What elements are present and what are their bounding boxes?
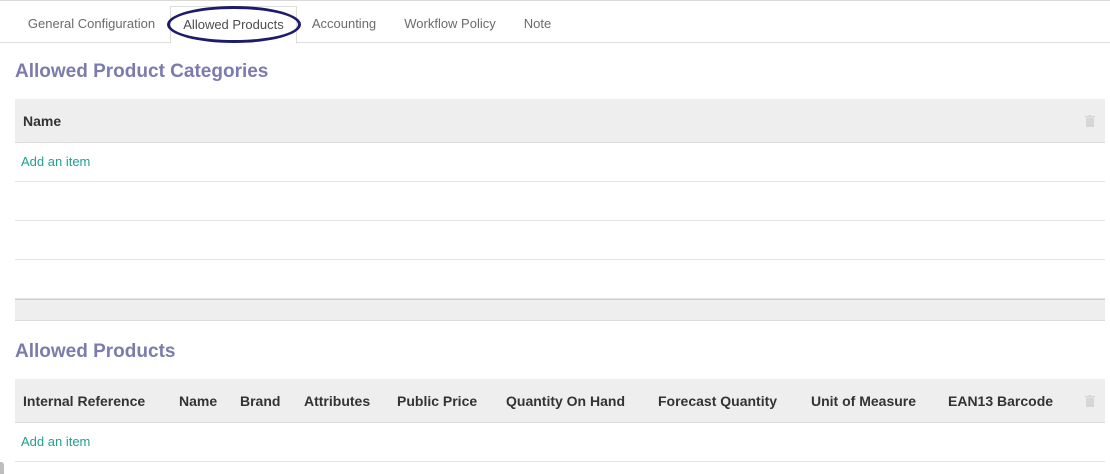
trash-icon (1085, 115, 1095, 127)
tab-allowed-products[interactable]: Allowed Products (170, 6, 297, 44)
tab-note[interactable]: Note (510, 6, 565, 43)
column-header-brand[interactable]: Brand (240, 379, 280, 423)
column-header-public-price[interactable]: Public Price (397, 379, 477, 423)
table-row-empty (15, 221, 1105, 260)
categories-table: Name Add an item (15, 99, 1105, 321)
table-row-add: Add an item (15, 143, 1105, 182)
add-item-link[interactable]: Add an item (21, 423, 90, 461)
column-header-name[interactable]: Name (23, 99, 61, 143)
column-header-internal-reference[interactable]: Internal Reference (23, 379, 145, 423)
trash-icon (1085, 395, 1095, 407)
products-table: Internal Reference Name Brand Attributes… (15, 379, 1105, 462)
products-section-title: Allowed Products (15, 341, 176, 362)
resize-handle (0, 462, 4, 474)
table-row-add: Add an item (15, 423, 1105, 462)
products-table-header: Internal Reference Name Brand Attributes… (15, 379, 1105, 423)
table-row-empty (15, 260, 1105, 299)
column-header-name[interactable]: Name (179, 379, 217, 423)
add-item-link[interactable]: Add an item (21, 143, 90, 181)
column-header-forecast-quantity[interactable]: Forecast Quantity (658, 379, 777, 423)
tab-bar: General Configuration Allowed Products A… (0, 1, 1110, 44)
column-header-quantity-on-hand[interactable]: Quantity On Hand (506, 379, 625, 423)
column-header-unit-of-measure[interactable]: Unit of Measure (811, 379, 916, 423)
column-header-attributes[interactable]: Attributes (304, 379, 370, 423)
tab-workflow-policy[interactable]: Workflow Policy (390, 6, 510, 43)
categories-section-title: Allowed Product Categories (15, 61, 269, 82)
tab-general-configuration[interactable]: General Configuration (15, 6, 168, 43)
page: General Configuration Allowed Products A… (0, 0, 1110, 474)
tab-accounting[interactable]: Accounting (298, 6, 390, 43)
column-header-ean13-barcode[interactable]: EAN13 Barcode (948, 379, 1053, 423)
table-row-empty (15, 182, 1105, 221)
table-footer (15, 299, 1105, 321)
categories-table-header: Name (15, 99, 1105, 143)
